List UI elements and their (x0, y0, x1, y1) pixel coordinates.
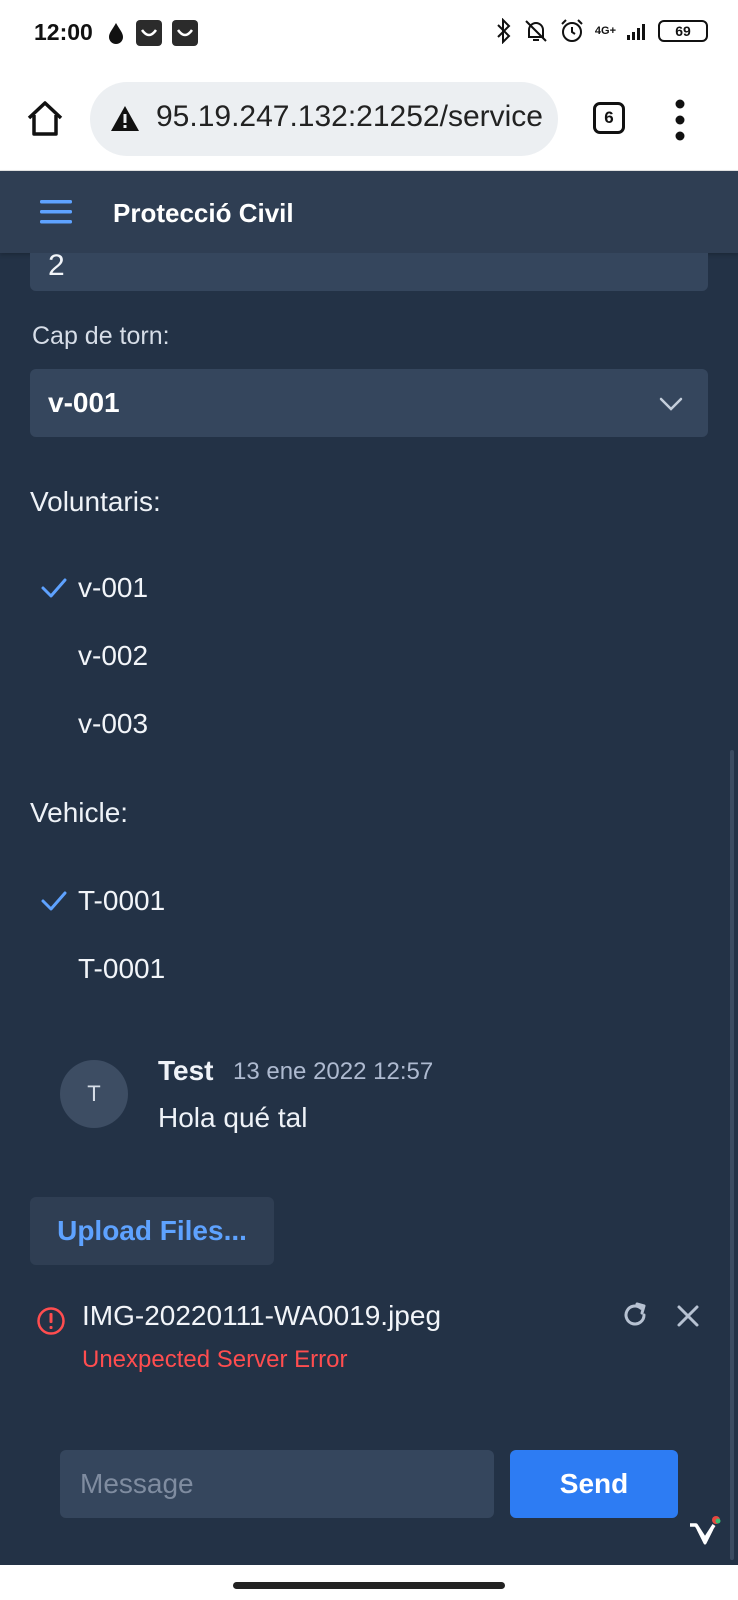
send-button[interactable]: Send (510, 1450, 678, 1518)
gesture-handle[interactable] (233, 1582, 505, 1589)
network-type-label: 4G+ (594, 25, 616, 37)
comment-author: Test (158, 1055, 214, 1086)
vehicle-item-label: T-0001 (78, 885, 166, 916)
vaadin-logo-icon[interactable] (688, 1515, 722, 1551)
status-time: 12:00 (34, 19, 93, 45)
close-icon[interactable] (674, 1302, 702, 1330)
voluntari-item-label: v-003 (78, 708, 149, 739)
notification-app-icon-2 (172, 20, 198, 46)
url-text[interactable]: 95.19.247.132:21252/service (156, 100, 543, 134)
voluntari-item-label: v-001 (78, 572, 149, 603)
cap-de-torn-label: Cap de torn: (32, 322, 170, 350)
upload-files-button[interactable]: Upload Files... (30, 1197, 274, 1265)
comment-text: Hola qué tal (158, 1102, 308, 1133)
partial-number-field[interactable]: 2 (30, 249, 708, 291)
status-right-icons: 4G+ 69 (495, 18, 708, 44)
check-icon (41, 891, 67, 911)
battery-indicator: 69 (658, 20, 708, 42)
partial-field-value: 2 (48, 249, 65, 282)
app-header: Protecció Civil (0, 171, 738, 253)
address-bar[interactable]: 95.19.247.132:21252/service (90, 82, 558, 156)
notification-app-icon (136, 20, 162, 46)
signal-icon (627, 24, 645, 40)
message-input[interactable] (60, 1450, 494, 1518)
cap-de-torn-select[interactable]: v-001 (30, 369, 708, 437)
voluntaris-label: Voluntaris: (30, 486, 161, 517)
warning-icon[interactable] (110, 104, 140, 134)
bluetooth-icon (497, 18, 511, 44)
alarm-icon (561, 19, 583, 42)
status-bar: 12:00 4G+ 69 (0, 0, 738, 70)
home-icon[interactable] (25, 98, 65, 138)
scrollbar[interactable] (730, 750, 734, 1560)
status-left-icons (106, 20, 198, 46)
chevron-down-icon[interactable] (658, 391, 684, 417)
menu-icon[interactable] (40, 199, 72, 225)
more-options-icon[interactable] (675, 98, 685, 142)
voluntari-item-label: v-002 (78, 640, 149, 671)
error-icon (37, 1307, 65, 1335)
vehicle-label: Vehicle: (30, 797, 129, 828)
app-title: Protecció Civil (113, 198, 294, 228)
retry-icon[interactable] (620, 1300, 650, 1330)
vehicle-item-label: T-0001 (78, 953, 166, 984)
check-icon (41, 578, 67, 598)
notifications-off-icon (525, 20, 547, 42)
water-drop-icon (109, 23, 123, 44)
cap-de-torn-selected-value: v-001 (48, 387, 120, 418)
tab-switcher-button[interactable]: 6 (593, 102, 625, 134)
upload-error-message: Unexpected Server Error (82, 1346, 348, 1373)
browser-bar: 95.19.247.132:21252/service 6 (0, 70, 738, 171)
comment-date: 13 ene 2022 12:57 (233, 1058, 434, 1085)
avatar: T (60, 1060, 128, 1128)
upload-file-name: IMG-20220111-WA0019.jpeg (82, 1300, 442, 1331)
